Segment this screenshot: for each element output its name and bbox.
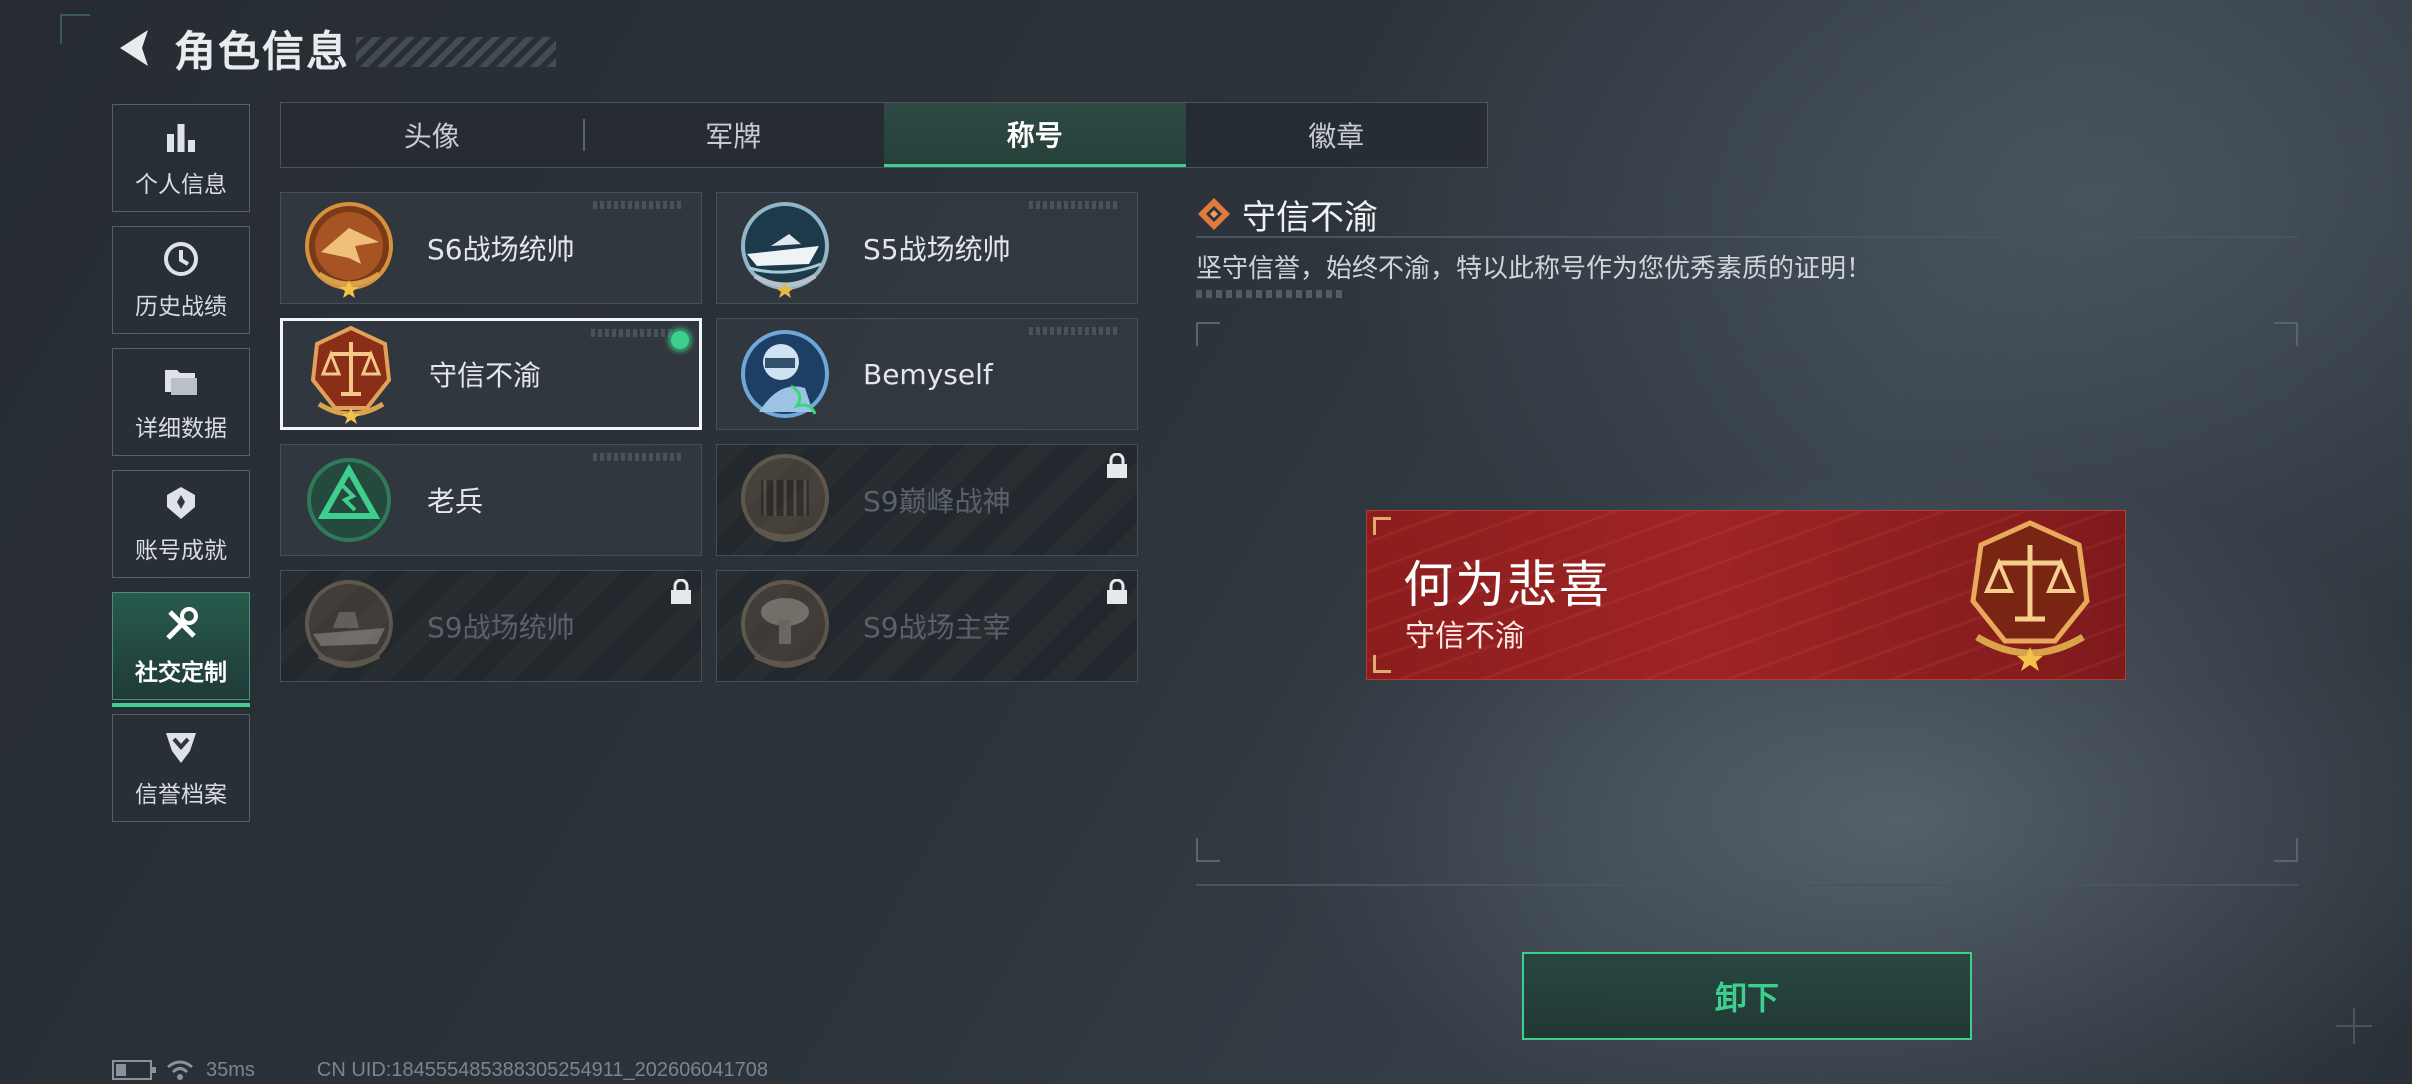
battery-icon [112,1060,156,1080]
tab-avatar[interactable]: 头像 [281,103,583,167]
boat-emblem-icon [733,196,837,300]
detail-title: 守信不渝 [1242,197,1378,238]
crosshair-decoration [2336,1008,2372,1044]
soldier-emblem-icon [733,322,837,426]
page-header: 角色信息 [112,22,557,76]
scales-emblem-icon [1970,520,2090,671]
banner-corner [1373,655,1391,673]
equipped-indicator [669,329,691,351]
title-decoration [356,37,557,67]
title-name: S9战场主宰 [863,611,1011,644]
sidebar-item-label: 详细数据 [135,416,227,442]
card-decoration [593,453,683,461]
card-decoration [593,201,683,209]
title-name: Bemyself [863,357,993,391]
sidebar-item-label: 个人信息 [135,172,227,198]
back-arrow-icon [120,30,148,66]
title-card-locked[interactable]: S9战场主宰 [716,570,1138,682]
card-decoration [591,329,681,337]
lock-icon [1107,579,1127,604]
title-name: S9巅峰战神 [863,485,1011,518]
title-card-locked[interactable]: S9巅峰战神 [716,444,1138,556]
sidebar-item-personal-info[interactable]: 个人信息 [112,104,250,212]
title-card-locked[interactable]: S9战场统帅 [280,570,702,682]
title-card[interactable]: S6战场统帅 [280,192,702,304]
tab-title[interactable]: 称号 [884,103,1186,167]
bar-chart-icon [161,117,201,157]
status-bar: 35ms CN UID:18455548538830525491​1_20260… [112,1058,768,1082]
title-name: S5战场统帅 [863,233,1011,266]
banner-corner [1373,517,1391,535]
title-grid: S6战场统帅 S5战场统帅 守信不渝 Bemyself 老兵 S9巅峰战神 S9… [280,192,1138,682]
unequip-button[interactable]: 卸下 [1522,952,1972,1040]
unequip-label: 卸下 [1714,979,1779,1017]
sidebar-item-label: 历史战绩 [135,294,227,320]
description-decoration [1196,290,1346,298]
user-uid: CN UID:18455548538830525491​1_2026060417… [316,1058,769,1081]
warship-emblem-icon [297,574,401,678]
card-decoration [1029,327,1119,335]
mushroom-cloud-emblem-icon [733,574,837,678]
tools-icon [161,605,201,645]
title-card-selected[interactable]: 守信不渝 [280,318,702,430]
folder-icon [161,361,201,401]
sidebar-item-achievements[interactable]: 账号成就 [112,470,250,578]
title-name: S9战场统帅 [427,611,575,644]
frame-corner [1196,838,1220,862]
title-card[interactable]: S5战场统帅 [716,192,1138,304]
title-name: 老兵 [427,485,484,518]
ping-value: 35ms [206,1058,255,1081]
title-name: 守信不渝 [429,359,542,392]
fortress-emblem-icon [733,448,837,552]
sidebar: 个人信息 历史战绩 详细数据 账号成就 社交定制 信誉档案 [112,104,252,836]
title-card[interactable]: Bemyself [716,318,1138,430]
card-decoration [1029,201,1119,209]
category-tabs: 头像 军牌 称号 徽章 [280,102,1488,168]
achievement-icon [161,483,201,523]
page-title: 角色信息 [174,26,351,76]
diamond-icon [1198,198,1230,230]
sidebar-item-label: 信誉档案 [135,782,227,808]
frame-corner [2274,838,2298,862]
lock-icon [1107,453,1127,478]
banner-title: 何为悲喜 [1403,556,1611,614]
detail-description: 坚守信誉，始终不渝，特以此称号作为您优秀素质的证明！ [1196,254,1873,284]
sidebar-item-history[interactable]: 历史战绩 [112,226,250,334]
corner-decoration [60,14,90,44]
scales-emblem-icon [299,322,403,426]
frame-divider [1196,884,2298,886]
title-name: S6战场统帅 [427,233,575,266]
sidebar-item-label: 账号成就 [135,538,227,564]
sidebar-item-detailed-data[interactable]: 详细数据 [112,348,250,456]
tab-badge[interactable]: 徽章 [1186,103,1488,167]
history-clock-icon [161,239,201,279]
shield-chevron-icon [161,727,201,767]
tab-dog-tag[interactable]: 军牌 [582,103,885,167]
banner-subtitle: 守信不渝 [1405,619,1525,654]
title-card[interactable]: 老兵 [280,444,702,556]
lock-icon [671,579,691,604]
sidebar-item-social-custom[interactable]: 社交定制 [112,592,250,707]
back-button[interactable] [112,26,156,70]
frame-corner [1196,322,1220,346]
frame-corner [2274,322,2298,346]
veteran-emblem-icon [297,448,401,552]
jet-emblem-icon [297,196,401,300]
detail-title-row: 守信不渝 [1196,192,2298,238]
wifi-icon [167,1060,193,1080]
title-banner-preview: 何为悲喜 守信不渝 [1366,510,2126,680]
sidebar-item-reputation[interactable]: 信誉档案 [112,714,250,822]
sidebar-item-label: 社交定制 [135,660,227,686]
